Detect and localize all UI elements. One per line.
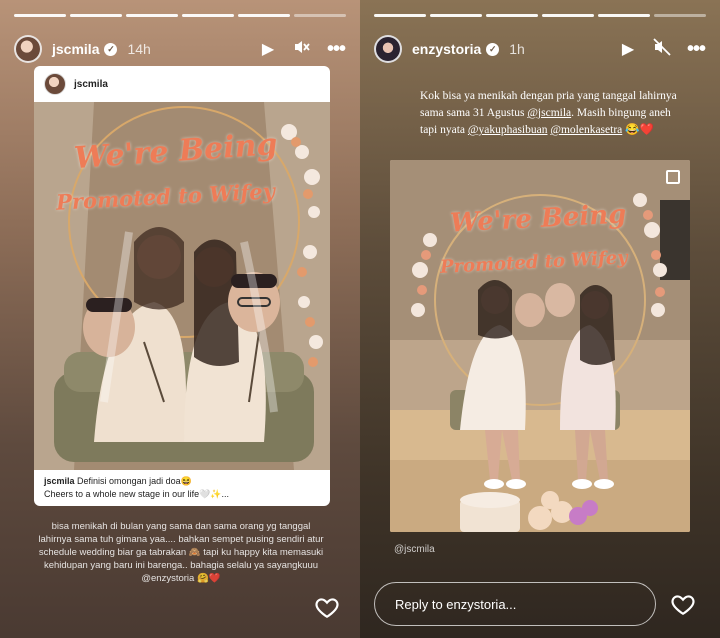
progress-segment xyxy=(654,14,706,17)
play-icon[interactable]: ▶ xyxy=(618,39,638,59)
timestamp: 1h xyxy=(509,41,525,57)
username[interactable]: jscmila xyxy=(52,41,99,57)
reply-input[interactable]: Reply to enzystoria... xyxy=(374,582,656,626)
progress-segment xyxy=(430,14,482,17)
mention-link[interactable]: @yakuphasibuan xyxy=(468,124,548,136)
more-icon[interactable]: ••• xyxy=(326,38,346,61)
story-photo: We're Being Promoted to Wifey xyxy=(390,160,690,532)
play-icon[interactable]: ▶ xyxy=(258,39,278,59)
photo-tag[interactable]: @jscmila xyxy=(394,544,435,555)
card-header: jscmila xyxy=(34,66,330,102)
story-header: jscmila ✓ 14h ▶ ••• xyxy=(14,34,346,64)
progress-segment xyxy=(182,14,234,17)
reply-placeholder: Reply to enzystoria... xyxy=(395,596,517,612)
caption-line1: Definisi omongan jadi doa😆 xyxy=(77,476,192,486)
verified-badge-icon: ✓ xyxy=(104,42,118,56)
verified-badge-icon: ✓ xyxy=(486,42,500,56)
avatar xyxy=(44,73,66,95)
progress-segment xyxy=(542,14,594,17)
avatar[interactable] xyxy=(374,35,402,63)
story-right[interactable]: enzystoria ✓ 1h ▶ ••• Kok bisa ya menika… xyxy=(360,0,720,638)
progress-segment xyxy=(126,14,178,17)
progress-bar xyxy=(14,14,346,17)
mute-icon[interactable] xyxy=(292,38,312,61)
progress-segment xyxy=(70,14,122,17)
caption-line2: Cheers to a whole new stage in our life🤍… xyxy=(44,489,230,499)
progress-segment xyxy=(598,14,650,17)
story-header: enzystoria ✓ 1h ▶ ••• xyxy=(374,34,706,64)
card-caption: jscmila Definisi omongan jadi doa😆 Cheer… xyxy=(34,470,330,506)
story-text: Kok bisa ya menikah dengan pria yang tan… xyxy=(420,88,680,139)
story-left[interactable]: jscmila ✓ 14h ▶ ••• jscmila We're Being … xyxy=(0,0,360,638)
crop-corner-icon xyxy=(666,170,680,184)
mute-icon[interactable] xyxy=(652,37,672,61)
username[interactable]: enzystoria xyxy=(412,41,481,57)
card-username: jscmila xyxy=(74,78,108,90)
progress-segment xyxy=(486,14,538,17)
progress-segment xyxy=(374,14,426,17)
story-viewer: jscmila ✓ 14h ▶ ••• jscmila We're Being … xyxy=(0,0,720,638)
heart-icon[interactable] xyxy=(670,591,696,621)
avatar[interactable] xyxy=(14,35,42,63)
progress-segment xyxy=(14,14,66,17)
post-photo: We're Being Promoted to Wifey xyxy=(34,102,330,470)
progress-segment xyxy=(294,14,346,17)
mention-link[interactable]: @jscmila xyxy=(527,107,571,119)
reshared-post-card[interactable]: jscmila We're Being Promoted to Wifey js… xyxy=(34,66,330,506)
story-text-part: 😂❤️ xyxy=(622,124,654,136)
more-icon[interactable]: ••• xyxy=(686,38,706,61)
mention-link[interactable]: @molenkasetra xyxy=(550,124,622,136)
caption-username: jscmila xyxy=(44,476,75,486)
timestamp: 14h xyxy=(127,41,151,57)
heart-icon[interactable] xyxy=(314,594,340,624)
progress-segment xyxy=(238,14,290,17)
story-caption: bisa menikah di bulan yang sama dan sama… xyxy=(38,521,324,584)
progress-bar xyxy=(374,14,706,17)
